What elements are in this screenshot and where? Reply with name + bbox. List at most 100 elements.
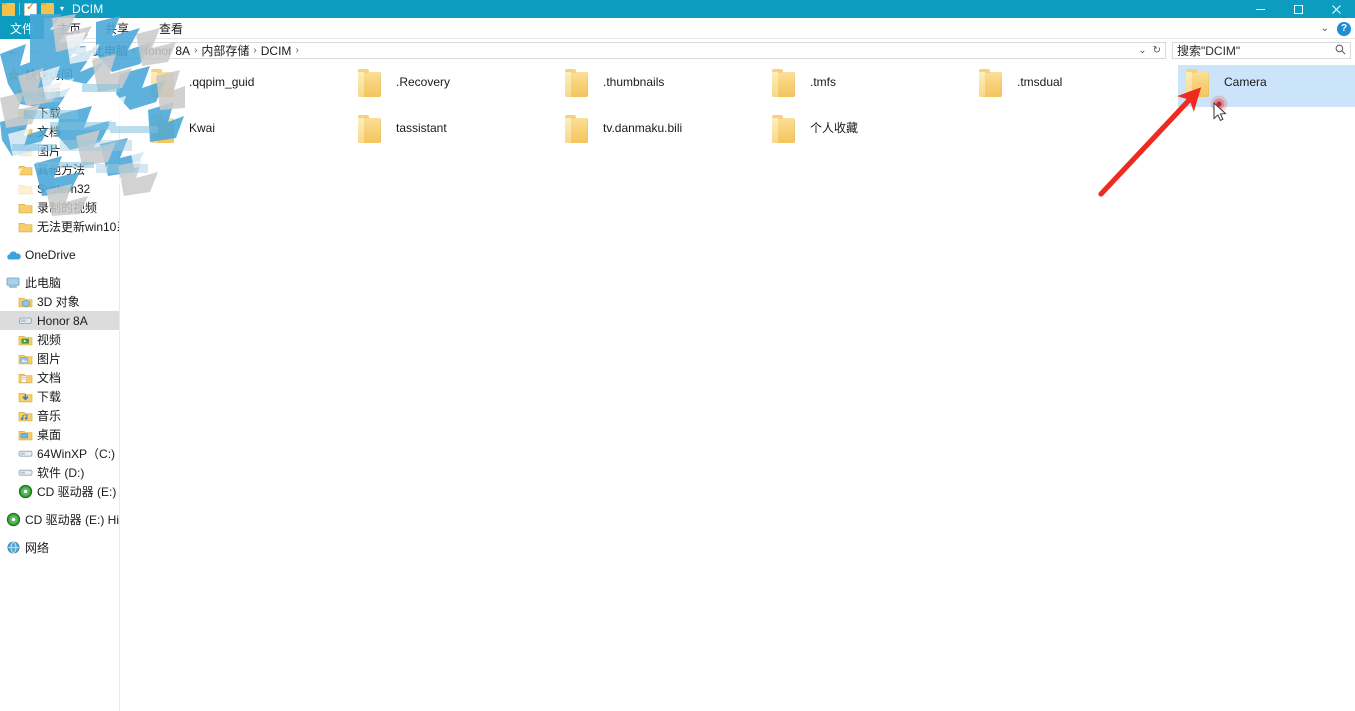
sidebar-item-label: CD 驱动器 (E:) HiSu — [37, 485, 119, 499]
ribbon-tab-strip: 文件 主页 共享 查看 ⌄ ? — [0, 18, 1355, 39]
sidebar-item-3[interactable]: 文档 — [0, 122, 119, 141]
file-explorer-window: ▾ DCIM 文件 主页 共享 查看 ⌄ ? ← → ↑ — [0, 0, 1355, 711]
sidebar-item-21[interactable]: CD 驱动器 (E:) HiSu — [0, 482, 119, 501]
tab-share[interactable]: 共享 — [96, 18, 138, 39]
sidebar-item-label: 下载 — [37, 390, 62, 404]
search-input[interactable] — [1177, 43, 1329, 58]
file-tile[interactable]: .qqpim_guid — [143, 65, 350, 109]
close-button[interactable] — [1317, 0, 1355, 18]
sidebar-item-13[interactable]: 视频 — [0, 330, 119, 349]
sidebar-item-16[interactable]: 下载 — [0, 387, 119, 406]
file-tile[interactable]: Camera — [1178, 65, 1355, 107]
folder-icon — [977, 68, 1003, 100]
sidebar-item-15[interactable]: 文档 — [0, 368, 119, 387]
window-title: DCIM — [72, 2, 104, 16]
pictures-icon — [18, 143, 33, 158]
file-list-pane[interactable]: .qqpim_guid .Recovery .thumbnails .tmfs .tms… — [121, 61, 1355, 711]
file-tile[interactable]: Kwai — [143, 111, 350, 155]
sidebar-item-10[interactable]: 此电脑 — [0, 273, 119, 292]
sidebar-item-20[interactable]: 软件 (D:) — [0, 463, 119, 482]
tab-view[interactable]: 查看 — [150, 18, 192, 39]
downloads-icon — [18, 389, 33, 404]
search-icon[interactable] — [1335, 44, 1346, 58]
sidebar-item-19[interactable]: 64WinXP（C:) — [0, 444, 119, 463]
sidebar-item-9[interactable]: OneDrive — [0, 245, 119, 264]
sidebar-item-0[interactable]: 快速访问 — [0, 65, 119, 84]
help-icon[interactable]: ? — [1337, 21, 1351, 36]
breadcrumb-item-honor-8a[interactable]: Honor 8A — [136, 44, 193, 58]
sidebar-item-23[interactable]: 网络 — [0, 538, 119, 557]
folder-icon — [356, 68, 382, 100]
file-tile[interactable]: .thumbnails — [557, 65, 764, 109]
this-pc-icon — [6, 275, 21, 290]
sidebar-item-11[interactable]: 3D 对象 — [0, 292, 119, 311]
file-tile[interactable]: .tmfs — [764, 65, 971, 109]
sidebar-item-label: System32 — [37, 181, 91, 196]
breadcrumb-item-dcim[interactable]: DCIM — [258, 44, 295, 58]
search-box[interactable] — [1172, 42, 1351, 59]
desktop-icon — [18, 427, 33, 442]
sidebar-item-label: 软件 (D:) — [37, 466, 85, 480]
up-button[interactable]: ↑ — [46, 39, 68, 61]
sidebar-item-label: 此电脑 — [25, 276, 62, 290]
breadcrumb-separator-trailing[interactable]: › — [294, 45, 299, 56]
videos-icon — [18, 332, 33, 347]
sidebar-item-14[interactable]: 图片 — [0, 349, 119, 368]
sidebar-item-label: 图片 — [37, 144, 62, 158]
sidebar-item-label: 桌面 — [37, 87, 62, 101]
tab-home[interactable]: 主页 — [48, 18, 90, 39]
documents-icon — [18, 370, 33, 385]
minimize-button[interactable] — [1241, 0, 1279, 18]
navigation-pane[interactable]: 快速访问桌面下载文档图片其他方法System32录制的视频无法更新win10系统… — [0, 61, 120, 711]
local-disk-icon — [18, 446, 33, 461]
sidebar-item-4[interactable]: 图片 — [0, 141, 119, 160]
file-name: .Recovery — [396, 75, 451, 89]
sidebar-item-label: 网络 — [25, 541, 50, 555]
properties-icon[interactable] — [24, 1, 37, 16]
folder-icon[interactable] — [2, 2, 15, 16]
file-tile[interactable]: 个人收藏 — [764, 111, 971, 155]
folder-icon — [149, 114, 175, 146]
desktop-icon — [18, 86, 33, 101]
star-icon — [6, 67, 21, 82]
chevron-down-icon[interactable]: ⌄ — [1321, 23, 1329, 34]
breadcrumb-item-internal-storage[interactable]: 内部存储 — [198, 42, 252, 59]
sidebar-item-label: 视频 — [37, 333, 62, 347]
sidebar-item-18[interactable]: 桌面 — [0, 425, 119, 444]
back-button[interactable]: ← — [2, 39, 24, 61]
tab-file[interactable]: 文件 — [0, 18, 44, 39]
forward-button[interactable]: → — [24, 39, 46, 61]
sidebar-item-2[interactable]: 下载 — [0, 103, 119, 122]
file-tile[interactable]: tassistant — [350, 111, 557, 155]
sidebar-item-6[interactable]: System32 — [0, 179, 119, 198]
sidebar-item-22[interactable]: CD 驱动器 (E:) HiSui — [0, 510, 119, 529]
folder-icon — [563, 68, 589, 100]
cd-drive-icon — [6, 512, 21, 527]
folder-icon — [563, 114, 589, 146]
chevron-down-icon[interactable]: ⌄ — [1138, 45, 1146, 56]
file-tile[interactable]: .Recovery — [350, 65, 557, 109]
sidebar-item-7[interactable]: 录制的视频 — [0, 198, 119, 217]
cd-drive-icon — [18, 484, 33, 499]
file-tile[interactable]: .tmsdual — [971, 65, 1178, 109]
sidebar-item-17[interactable]: 音乐 — [0, 406, 119, 425]
file-tile[interactable]: tv.danmaku.bili — [557, 111, 764, 155]
window-controls — [1241, 0, 1355, 18]
breadcrumb[interactable]: 此电脑 › Honor 8A › 内部存储 › DCIM › ⌄ ↻ — [68, 42, 1166, 59]
documents-icon — [18, 124, 33, 139]
sidebar-item-label: 无法更新win10系统 — [37, 220, 119, 234]
refresh-icon[interactable]: ↻ — [1153, 45, 1161, 56]
customize-caret-icon[interactable]: ▾ — [58, 0, 66, 18]
folder-icon — [18, 181, 33, 196]
sidebar-item-8[interactable]: 无法更新win10系统 — [0, 217, 119, 236]
sidebar-item-12[interactable]: Honor 8A — [0, 311, 119, 330]
breadcrumb-item-this-pc[interactable]: 此电脑 — [89, 42, 131, 59]
sidebar-item-1[interactable]: 桌面 — [0, 84, 119, 103]
sidebar-item-label: 文档 — [37, 371, 62, 385]
sidebar-item-label: 快速访问 — [25, 68, 74, 82]
new-folder-icon[interactable] — [41, 2, 54, 16]
pictures-icon — [18, 351, 33, 366]
maximize-button[interactable] — [1279, 0, 1317, 18]
sidebar-item-5[interactable]: 其他方法 — [0, 160, 119, 179]
sidebar-item-label: 图片 — [37, 352, 62, 366]
